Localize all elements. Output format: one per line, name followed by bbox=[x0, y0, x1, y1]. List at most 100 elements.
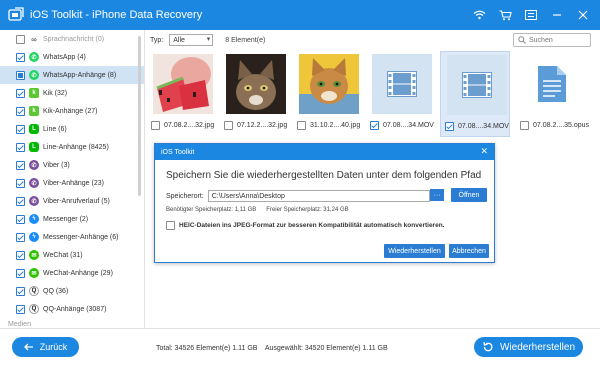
dialog-title-bar: iOS Toolkit ✕ bbox=[155, 144, 494, 160]
messenger-icon: ϟ bbox=[29, 214, 39, 224]
sidebar-item-checkbox[interactable] bbox=[16, 106, 25, 116]
browse-button[interactable]: ··· bbox=[430, 189, 444, 201]
dialog-close-icon[interactable]: ✕ bbox=[480, 146, 488, 157]
path-label: Speicherort: bbox=[166, 192, 204, 200]
sidebar-item-checkbox[interactable] bbox=[16, 34, 25, 44]
sidebar-item-checkbox[interactable] bbox=[16, 304, 25, 314]
sidebar-item[interactable]: ✆ Viber (3) bbox=[0, 156, 144, 174]
sidebar-item[interactable]: ✆ WhatsApp (4) bbox=[0, 48, 144, 66]
viber-icon: ✆ bbox=[29, 160, 39, 170]
window-title: iOS Toolkit - iPhone Data Recovery bbox=[30, 9, 203, 21]
sidebar-item[interactable]: ϟ Messenger (2) bbox=[0, 210, 144, 228]
kik-icon: k bbox=[29, 106, 39, 116]
viber-icon: ✆ bbox=[29, 178, 39, 188]
restore-icon bbox=[483, 341, 493, 352]
document-thumbnail bbox=[522, 54, 582, 114]
thumbnail-caption: 07.08....34.MOV bbox=[458, 123, 509, 130]
sidebar-item[interactable]: ✉ WeChat (31) bbox=[0, 246, 144, 264]
open-folder-button[interactable]: Öffnen bbox=[451, 188, 487, 202]
category-list: ∞ Sprachnachricht (0) ✆ WhatsApp (4) ✆ WhatsA… bbox=[0, 30, 144, 318]
thumbnail-caption: 07.08....34.MOV bbox=[383, 122, 434, 129]
search-box[interactable] bbox=[513, 33, 591, 47]
back-button[interactable]: Zurück bbox=[12, 337, 79, 357]
sidebar-item[interactable]: k Kik (32) bbox=[0, 84, 144, 102]
save-location-dialog: iOS Toolkit ✕ Speichern Sie die wiederhe… bbox=[154, 143, 495, 263]
bottom-bar: Zurück Total: 34526 Element(e) 1.11 GB A… bbox=[0, 328, 600, 366]
sidebar-item[interactable]: ✆ Viber-Anrufverlauf (5) bbox=[0, 192, 144, 210]
thumbnail-item-selected[interactable]: 07.08....34.MOV bbox=[440, 51, 510, 137]
sidebar-item-label: WeChat (31) bbox=[43, 251, 83, 259]
sidebar-item-label: WhatsApp-Anhänge (8) bbox=[43, 71, 117, 79]
sidebar-item-label: Kik (32) bbox=[43, 89, 68, 97]
sidebar-item[interactable]: L Line (6) bbox=[0, 120, 144, 138]
thumbnail-grid: 07.08.2....32.jpg 07.12.2....32.jpg 31.1… bbox=[146, 51, 600, 141]
thumbnail-item[interactable]: 07.12.2....32.jpg bbox=[220, 51, 290, 137]
video-thumbnail bbox=[372, 54, 432, 114]
thumbnail-checkbox[interactable] bbox=[370, 121, 379, 130]
sidebar-item-checkbox[interactable] bbox=[16, 232, 25, 242]
wechat-icon: ✉ bbox=[29, 268, 39, 278]
back-label: Zurück bbox=[39, 342, 68, 352]
sidebar-item[interactable]: ✉ WeChat-Anhänge (29) bbox=[0, 264, 144, 282]
sidebar-scrollbar[interactable] bbox=[138, 36, 141, 196]
sidebar-item-checkbox[interactable] bbox=[16, 88, 25, 98]
search-input[interactable] bbox=[529, 36, 584, 44]
photo-watermelon-thumbnail bbox=[153, 54, 213, 114]
dialog-title: iOS Toolkit bbox=[161, 148, 195, 156]
sidebar-item[interactable]: ϟ Messenger-Anhänge (6) bbox=[0, 228, 144, 246]
sidebar-item-checkbox[interactable] bbox=[16, 124, 25, 134]
sidebar-item-checkbox[interactable] bbox=[16, 250, 25, 260]
sidebar-item[interactable]: ✆ Viber-Anhänge (23) bbox=[0, 174, 144, 192]
thumbnail-item[interactable]: 07.08.2....35.opus bbox=[516, 51, 589, 137]
sidebar-item-checkbox[interactable] bbox=[16, 160, 25, 170]
sidebar-item[interactable]: Q QQ (36) bbox=[0, 282, 144, 300]
sidebar-item-checkbox[interactable] bbox=[16, 142, 25, 152]
thumbnail-item[interactable]: 07.08....34.MOV bbox=[366, 51, 436, 137]
sidebar-item-label: WeChat-Anhänge (29) bbox=[43, 269, 113, 277]
heic-checkbox[interactable] bbox=[166, 221, 175, 230]
thumbnail-caption: 07.08.2....32.jpg bbox=[164, 122, 215, 129]
sidebar-item[interactable]: Q QQ-Anhänge (3087) bbox=[0, 300, 144, 318]
arrow-left-icon bbox=[23, 343, 33, 351]
menu-icon[interactable] bbox=[518, 0, 544, 30]
recover-button[interactable]: Wiederherstellen bbox=[474, 337, 583, 357]
sidebar-item-label: Kik-Anhänge (27) bbox=[43, 107, 98, 115]
minimize-icon[interactable] bbox=[544, 0, 570, 30]
film-icon bbox=[387, 71, 417, 97]
sidebar-item-label: Viber-Anhänge (23) bbox=[43, 179, 104, 187]
sidebar-item[interactable]: k Kik-Anhänge (27) bbox=[0, 102, 144, 120]
required-space: Benötigter Speicherplatz: 1,11 GB bbox=[166, 207, 257, 213]
heic-convert-option[interactable]: HEIC-Dateien ins JPEG-Format zur bessere… bbox=[166, 221, 444, 230]
sidebar-item-checkbox[interactable] bbox=[16, 70, 25, 80]
sidebar-item-checkbox[interactable] bbox=[16, 286, 25, 296]
wifi-icon[interactable] bbox=[466, 0, 492, 30]
dialog-recover-button[interactable]: Wiederherstellen bbox=[384, 244, 445, 258]
thumbnail-checkbox[interactable] bbox=[520, 121, 529, 130]
path-input[interactable]: C:\Users\Anna\Desktop bbox=[207, 190, 430, 202]
sidebar-item-checkbox[interactable] bbox=[16, 52, 25, 62]
qq-icon: Q bbox=[29, 286, 39, 296]
thumbnail-checkbox[interactable] bbox=[224, 121, 233, 130]
thumbnail-checkbox[interactable] bbox=[151, 121, 160, 130]
sidebar-item[interactable]: ∞ Sprachnachricht (0) bbox=[0, 30, 144, 48]
type-select[interactable]: Alle bbox=[169, 34, 214, 46]
close-icon[interactable] bbox=[570, 0, 596, 30]
thumbnail-checkbox[interactable] bbox=[445, 122, 454, 131]
sidebar-item-checkbox[interactable] bbox=[16, 214, 25, 224]
sidebar-item[interactable]: L Line-Anhänge (8425) bbox=[0, 138, 144, 156]
thumbnail-checkbox[interactable] bbox=[297, 121, 306, 130]
sidebar-item-checkbox[interactable] bbox=[16, 268, 25, 278]
sidebar-item[interactable]: ✆ WhatsApp-Anhänge (8) bbox=[0, 66, 144, 84]
cart-icon[interactable] bbox=[492, 0, 518, 30]
thumbnail-item[interactable]: 07.08.2....32.jpg bbox=[147, 51, 217, 137]
whatsapp-icon: ✆ bbox=[29, 70, 39, 80]
sidebar-section-media: Medien bbox=[0, 318, 144, 328]
dialog-cancel-button[interactable]: Abbrechen bbox=[449, 244, 489, 258]
item-count: 8 Element(e) bbox=[225, 36, 266, 44]
sidebar-item-label: Messenger (2) bbox=[43, 215, 89, 223]
document-icon bbox=[538, 66, 566, 102]
path-value: C:\Users\Anna\Desktop bbox=[211, 192, 285, 200]
thumbnail-item[interactable]: 31.10.2....40.jpg bbox=[293, 51, 363, 137]
sidebar-item-checkbox[interactable] bbox=[16, 196, 25, 206]
sidebar-item-checkbox[interactable] bbox=[16, 178, 25, 188]
